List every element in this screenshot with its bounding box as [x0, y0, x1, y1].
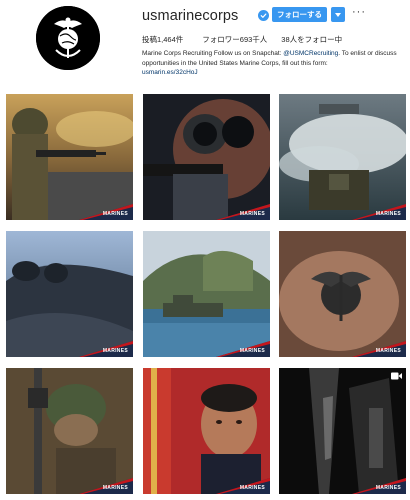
marines-badge-label: MARINES [239, 348, 265, 354]
marines-badge: MARINES [344, 204, 406, 220]
post-tile[interactable]: MARINES [143, 231, 270, 357]
marines-badge-label: MARINES [102, 211, 128, 217]
bio-external-link[interactable]: usmarin.es/32cHoJ [142, 68, 402, 78]
follow-button[interactable]: フォローする [272, 7, 327, 22]
post-photo [6, 231, 133, 357]
verified-badge-icon [258, 10, 269, 21]
marines-badge-label: MARINES [239, 211, 265, 217]
profile-stats: 投稿1,464件 フォロワー693千人 38人をフォロー中 [142, 34, 356, 45]
post-tile[interactable]: MARINES [6, 231, 133, 357]
post-tile[interactable]: MARINES [279, 368, 406, 494]
following-count[interactable]: 38人をフォロー中 [281, 34, 342, 45]
posts-count: 投稿1,464件 [142, 35, 184, 44]
marines-badge: MARINES [71, 204, 133, 220]
marines-badge: MARINES [208, 341, 270, 357]
marines-badge-label: MARINES [239, 485, 265, 491]
chevron-down-icon [335, 12, 341, 17]
profile-bio: Marine Corps Recruiting Follow us on Sna… [142, 49, 402, 78]
marines-badge-label: MARINES [102, 348, 128, 354]
profile-username: usmarinecorps [142, 8, 239, 24]
video-camera-icon [391, 372, 402, 380]
marines-badge-label: MARINES [375, 348, 401, 354]
post-tile[interactable]: MARINES [143, 94, 270, 220]
post-tile[interactable]: MARINES [143, 368, 270, 494]
marines-badge-label: MARINES [102, 485, 128, 491]
eagle-globe-anchor-logo [36, 6, 100, 70]
profile-header: usmarinecorps フォローする ··· 投稿1,464件 フォロワー6… [0, 0, 410, 92]
bio-text: Marine Corps Recruiting Follow us on Sna… [142, 50, 284, 57]
post-photo [143, 231, 270, 357]
marines-badge: MARINES [344, 478, 406, 494]
post-tile[interactable]: MARINES [279, 231, 406, 357]
post-photo [279, 368, 406, 494]
followers-count[interactable]: フォロワー693千人 [202, 34, 267, 45]
marines-badge-label: MARINES [375, 485, 401, 491]
marines-badge: MARINES [208, 204, 270, 220]
post-tile[interactable]: MARINES [6, 368, 133, 494]
more-options-button[interactable]: ··· [352, 6, 366, 18]
post-photo [279, 231, 406, 357]
post-photo [143, 368, 270, 494]
profile-avatar[interactable] [36, 6, 100, 70]
marines-badge: MARINES [208, 478, 270, 494]
marines-badge: MARINES [344, 341, 406, 357]
post-tile[interactable]: MARINES [279, 94, 406, 220]
post-photo [143, 94, 270, 220]
bio-mention-link[interactable]: @USMCRecruiting [283, 50, 338, 57]
marines-badge: MARINES [71, 478, 133, 494]
post-photo [279, 94, 406, 220]
post-photo [6, 94, 133, 220]
post-tile[interactable]: MARINES [6, 94, 133, 220]
marines-badge-label: MARINES [375, 211, 401, 217]
post-photo [6, 368, 133, 494]
suggestions-dropdown-button[interactable] [331, 7, 345, 22]
marines-badge: MARINES [71, 341, 133, 357]
posts-grid: MARINES MARINES MARINES MARINES MARINES … [0, 92, 410, 500]
